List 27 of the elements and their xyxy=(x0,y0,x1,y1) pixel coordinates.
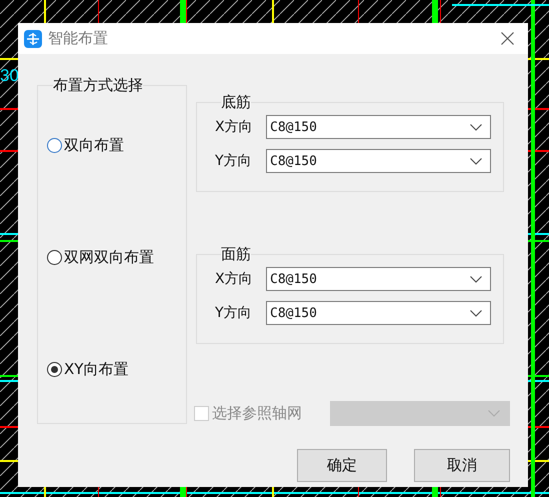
group-title: 布置方式选择 xyxy=(53,76,143,94)
dropdown[interactable]: C8@150 xyxy=(266,115,491,139)
radio-option[interactable]: XY向布置 xyxy=(47,358,186,380)
radio-option[interactable]: 双向布置 xyxy=(47,134,186,156)
dropdown[interactable]: C8@150 xyxy=(266,149,491,173)
dropdown[interactable]: C8@150 xyxy=(266,267,491,291)
group-title: 面筋 xyxy=(221,245,251,263)
window-title: 智能布置 xyxy=(48,29,109,48)
field-label: Y方向 xyxy=(215,152,253,170)
chevron-down-icon xyxy=(470,124,482,130)
radio-button[interactable] xyxy=(47,138,62,152)
field-label: Y方向 xyxy=(215,304,253,322)
dropdown[interactable]: C8@150 xyxy=(266,301,491,325)
radio-option[interactable]: 双网双向布置 xyxy=(47,246,186,268)
chevron-down-icon xyxy=(470,158,482,164)
field-label: X方向 xyxy=(215,270,254,288)
group-title: 底筋 xyxy=(221,93,251,111)
chevron-down-icon xyxy=(470,276,482,282)
dialog-button[interactable]: 确定 xyxy=(297,449,387,482)
app-icon xyxy=(24,30,42,48)
chevron-down-icon xyxy=(488,410,500,417)
close-icon xyxy=(501,32,514,45)
field-label: X方向 xyxy=(215,118,254,136)
radio-button[interactable] xyxy=(47,250,62,264)
radio-button[interactable] xyxy=(47,362,62,376)
chevron-down-icon xyxy=(470,310,482,316)
dialog-button[interactable]: 取消 xyxy=(414,449,510,482)
